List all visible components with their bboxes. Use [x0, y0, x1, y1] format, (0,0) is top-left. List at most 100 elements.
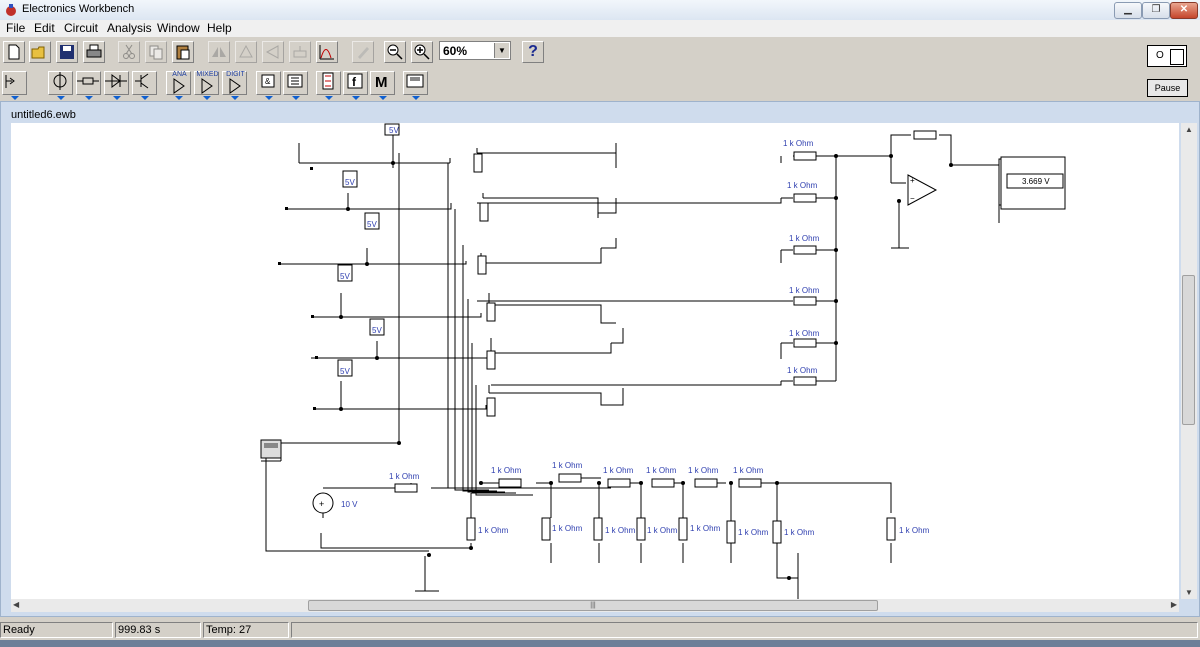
multimeter: [260, 439, 282, 459]
chevron-down-icon[interactable]: ▼: [494, 43, 509, 58]
app-icon: [6, 4, 16, 16]
save-button[interactable]: [56, 41, 78, 63]
resistor-label: 1 k Ohm: [603, 466, 634, 475]
menu-circuit[interactable]: Circuit: [64, 21, 98, 35]
battery-label: 5V: [345, 178, 355, 187]
subcircuit-icon: [293, 46, 307, 58]
mixed-ic-icon: [201, 78, 213, 94]
opamp: +−: [907, 174, 938, 206]
scroll-right-icon[interactable]: ▶: [1171, 600, 1177, 609]
close-button[interactable]: ✕: [1170, 2, 1198, 19]
cut-button[interactable]: [118, 41, 140, 63]
scroll-up-icon[interactable]: ▲: [1185, 125, 1193, 134]
printer-icon: [86, 44, 102, 58]
parts-digital-button[interactable]: DIGIT: [222, 71, 247, 100]
power-switch[interactable]: O: [1147, 45, 1187, 67]
paste-button[interactable]: [172, 41, 194, 63]
circuit-schematic: 5V 5V 5V 5V 5V 5V 1 k Ohm 1 k Ohm 1 k Oh…: [260, 123, 1066, 599]
resistor-label: 1 k Ohm: [688, 466, 719, 475]
vertical-scrollbar[interactable]: ▲ ▼: [1181, 123, 1197, 599]
zoom-in-icon: [414, 44, 430, 60]
menu-help[interactable]: Help: [207, 21, 232, 35]
horizontal-scrollbar[interactable]: ◀ ||| ▶: [11, 599, 1179, 612]
resistor-labels: 1 k Ohm 1 k Ohm 1 k Ohm 1 k Ohm 1 k Ohm …: [389, 139, 930, 537]
resistor-label: 1 k Ohm: [784, 528, 815, 537]
minimize-button[interactable]: ▁: [1114, 2, 1142, 19]
svg-text:−: −: [910, 194, 915, 203]
component-properties-button[interactable]: [352, 41, 374, 63]
menu-analysis[interactable]: Analysis: [107, 21, 152, 35]
horizontal-scroll-thumb[interactable]: |||: [308, 600, 878, 611]
parts-favorites-button[interactable]: [2, 71, 27, 100]
print-button[interactable]: [83, 41, 105, 63]
main-toolbar: 60% ▼ ?: [0, 38, 1200, 68]
menu-window[interactable]: Window: [157, 21, 200, 35]
graph-button[interactable]: [316, 41, 338, 63]
parts-digital-blocks-button[interactable]: [283, 71, 308, 100]
parts-misc-button[interactable]: M: [370, 71, 395, 100]
battery-label: 5V: [340, 367, 350, 376]
new-file-button[interactable]: [3, 41, 25, 63]
parts-logic-gates-button[interactable]: &: [256, 71, 281, 100]
pause-button[interactable]: Pause: [1147, 79, 1188, 97]
flip-horizontal-icon: [212, 47, 226, 57]
parts-sources-button[interactable]: [48, 71, 73, 100]
resistor-icon: [77, 77, 99, 85]
resistor-label: 1 k Ohm: [646, 466, 677, 475]
zoom-in-button[interactable]: [411, 41, 433, 63]
svg-text:+: +: [319, 499, 324, 509]
parts-transistors-button[interactable]: [132, 71, 157, 100]
circuit-canvas[interactable]: 5V 5V 5V 5V 5V 5V 1 k Ohm 1 k Ohm 1 k Oh…: [11, 123, 1179, 599]
status-ready: Ready: [0, 622, 113, 638]
battery-label: 5V: [367, 220, 377, 229]
resistor-label: 1 k Ohm: [552, 461, 583, 470]
subcircuit-button[interactable]: [289, 41, 311, 63]
battery-label: 5V: [389, 126, 399, 135]
misc-icon: M: [375, 74, 388, 91]
rotate-icon: [265, 45, 279, 59]
parts-indicators-button[interactable]: [316, 71, 341, 100]
flip-button-2[interactable]: [235, 41, 257, 63]
parts-diodes-button[interactable]: [104, 71, 129, 100]
open-button[interactable]: [29, 41, 51, 63]
resistor-label: 1 k Ohm: [389, 472, 420, 481]
function-icon: f: [347, 73, 363, 89]
parts-basic-button[interactable]: [76, 71, 101, 100]
menu-edit[interactable]: Edit: [34, 21, 55, 35]
favorites-bin-icon: [5, 75, 15, 88]
flip-button-1[interactable]: [208, 41, 230, 63]
resistor-label: 1 k Ohm: [552, 524, 583, 533]
resistor-label: 1 k Ohm: [478, 526, 509, 535]
scissors-icon: [123, 44, 135, 59]
voltage-source: + 10 V: [312, 492, 358, 514]
battery-label: 5V: [372, 326, 382, 335]
resistor-label: 1 k Ohm: [738, 528, 769, 537]
resistor-label: 1 k Ohm: [647, 526, 678, 535]
resistor-label: 1 k Ohm: [789, 329, 820, 338]
status-empty: [291, 622, 1198, 638]
zoom-out-icon: [387, 44, 403, 60]
copy-button[interactable]: [145, 41, 167, 63]
status-time: 999.83 s: [115, 622, 201, 638]
meter-reading: 3.669 V: [1022, 177, 1050, 186]
scroll-left-icon[interactable]: ◀: [13, 600, 19, 609]
menu-bar: File Edit Circuit Analysis Window Help: [0, 20, 1200, 37]
zoom-out-button[interactable]: [384, 41, 406, 63]
maximize-button[interactable]: ❐: [1142, 2, 1170, 19]
rotate-button[interactable]: [262, 41, 284, 63]
help-button[interactable]: ?: [522, 41, 544, 63]
zoom-select[interactable]: 60% ▼: [439, 41, 511, 60]
parts-analog-button[interactable]: ANA: [166, 71, 191, 100]
resistor-label: 1 k Ohm: [491, 466, 522, 475]
scroll-down-icon[interactable]: ▼: [1185, 588, 1193, 597]
svg-text:&: &: [265, 77, 271, 86]
parts-controls-button[interactable]: f: [343, 71, 368, 100]
paste-icon: [176, 45, 190, 60]
batteries: 5V 5V 5V 5V 5V 5V: [337, 123, 400, 377]
vertical-scroll-thumb[interactable]: [1182, 275, 1195, 425]
parts-instruments-button[interactable]: [403, 71, 428, 100]
m-label: M: [375, 74, 388, 90]
parts-mixed-button[interactable]: MIXED: [194, 71, 219, 100]
menu-file[interactable]: File: [6, 21, 25, 35]
taskbar: [0, 640, 1200, 647]
